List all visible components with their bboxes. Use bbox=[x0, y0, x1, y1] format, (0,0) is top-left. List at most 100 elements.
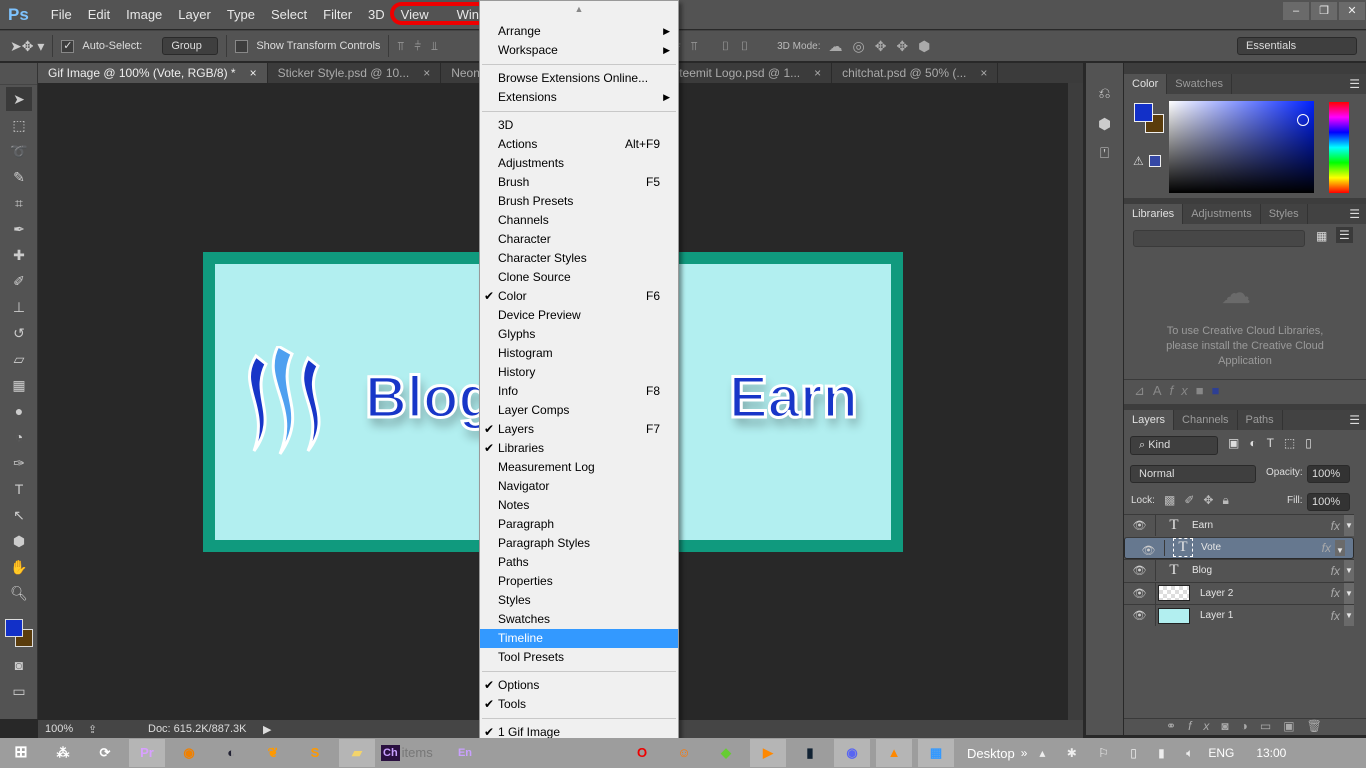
expand-effects-icon[interactable]: ▼ bbox=[1335, 539, 1345, 556]
move-tool-icon[interactable]: ➤✥ ▾ bbox=[10, 38, 44, 55]
path-select-icon[interactable]: ↖ bbox=[6, 503, 32, 527]
layer-row[interactable]: 👁︎ T Blog fx ▼ bbox=[1124, 559, 1354, 581]
list-view-icon[interactable]: ☰ bbox=[1336, 227, 1353, 243]
auto-select-checkbox[interactable]: ✓ bbox=[61, 39, 75, 53]
close-icon[interactable]: × bbox=[250, 63, 257, 83]
layers-footer-icons[interactable]: ⚭fx◙◑▭▣🗑︎ bbox=[1124, 718, 1366, 735]
layer-row[interactable]: 👁︎ T Vote fx ▼ bbox=[1124, 536, 1354, 559]
libraries-footer-icons[interactable]: ⊿Afx■■ bbox=[1124, 380, 1366, 404]
menu-item-notes[interactable]: Notes bbox=[480, 496, 678, 515]
menu-item-paths[interactable]: Paths bbox=[480, 553, 678, 572]
layer-row[interactable]: 👁︎ Layer 2 fx ▼ bbox=[1124, 581, 1354, 604]
move-tool-icon[interactable]: ➤ bbox=[6, 87, 32, 111]
menu-item-options[interactable]: ✔ Options bbox=[480, 676, 678, 695]
transform-controls-checkbox[interactable] bbox=[235, 39, 249, 53]
dodge-tool-icon[interactable]: ◔ bbox=[6, 425, 32, 449]
align-icons[interactable]: ⫪⫩⫫ bbox=[397, 39, 447, 54]
crop-tool-icon[interactable]: ⌗ bbox=[6, 191, 32, 215]
hand-tool-icon[interactable]: ✋ bbox=[6, 555, 32, 579]
calculator-icon[interactable]: ▦ bbox=[918, 739, 954, 767]
quick-select-tool-icon[interactable]: ✎ bbox=[6, 165, 32, 189]
menu-item-history[interactable]: History bbox=[480, 363, 678, 382]
screen-mode-icon[interactable]: ▭ bbox=[6, 679, 32, 703]
menu-item-arrange[interactable]: Arrange ▶ bbox=[480, 22, 678, 41]
blend-mode-dropdown[interactable]: Normal bbox=[1130, 465, 1256, 483]
distribute-icons[interactable]: ⫩⫪ ▯▯ bbox=[674, 39, 759, 54]
restore-icon[interactable]: ❐ bbox=[1311, 2, 1337, 20]
fx-icon[interactable]: fx bbox=[1331, 519, 1340, 533]
discord-icon[interactable]: ◉ bbox=[834, 739, 870, 767]
menu-item-layer-comps[interactable]: Layer Comps bbox=[480, 401, 678, 420]
menu-item-clone-source[interactable]: Clone Source bbox=[480, 268, 678, 287]
minimize-icon[interactable]: ‒ bbox=[1283, 2, 1309, 20]
clone-stamp-icon[interactable]: ⊥ bbox=[6, 295, 32, 319]
panel-menu-icon[interactable]: ☰ bbox=[1349, 74, 1366, 94]
healing-brush-icon[interactable]: ✚ bbox=[6, 243, 32, 267]
opacity-input[interactable]: 100% bbox=[1307, 465, 1350, 483]
status-menu-arrow-icon[interactable]: ▶ bbox=[263, 723, 271, 736]
encore-icon[interactable]: En bbox=[447, 739, 483, 767]
menu-item-timeline[interactable]: Timeline bbox=[480, 629, 678, 648]
type-tool-icon[interactable]: T bbox=[6, 477, 32, 501]
menu-item-character-styles[interactable]: Character Styles bbox=[480, 249, 678, 268]
menu-type[interactable]: Type bbox=[219, 7, 263, 22]
character-animator-task[interactable]: Ch items bbox=[381, 739, 441, 767]
fl-studio-icon[interactable]: ❦ bbox=[255, 739, 291, 767]
layer-filter-dropdown[interactable]: ⌕ Kind bbox=[1130, 436, 1218, 455]
brush-tool-icon[interactable]: ✐ bbox=[6, 269, 32, 293]
lasso-tool-icon[interactable]: ➰ bbox=[6, 139, 32, 163]
expand-effects-icon[interactable]: ▼ bbox=[1344, 605, 1354, 626]
layer-row[interactable]: 👁︎ Layer 1 fx ▼ bbox=[1124, 604, 1354, 626]
menu-item-glyphs[interactable]: Glyphs bbox=[480, 325, 678, 344]
visibility-eye-icon[interactable]: 👁︎ bbox=[1133, 539, 1165, 557]
menu-3d[interactable]: 3D bbox=[360, 7, 393, 22]
web-safe-swatch[interactable] bbox=[1149, 155, 1161, 167]
tab-libraries[interactable]: Libraries bbox=[1124, 204, 1184, 224]
menu-item-browse-extensions-online[interactable]: Browse Extensions Online... bbox=[480, 69, 678, 88]
history-panel-icon[interactable]: ⎌ bbox=[1086, 85, 1123, 115]
tab-chitchat[interactable]: chitchat.psd @ 50% (... × bbox=[832, 63, 999, 83]
grid-view-icon[interactable]: ▦ bbox=[1316, 229, 1327, 243]
menu-item-character[interactable]: Character bbox=[480, 230, 678, 249]
fx-icon[interactable]: fx bbox=[1331, 564, 1340, 578]
menu-item-layers[interactable]: ✔ Layers F7 bbox=[480, 420, 678, 439]
expand-effects-icon[interactable]: ▼ bbox=[1344, 560, 1354, 581]
hue-slider[interactable] bbox=[1329, 102, 1349, 193]
blackberry-icon[interactable]: ⁂ bbox=[45, 739, 81, 767]
app-icon[interactable]: ⟳ bbox=[87, 739, 123, 767]
menu-item-tools[interactable]: ✔ Tools bbox=[480, 695, 678, 714]
quick-mask-icon[interactable]: ◙ bbox=[6, 653, 32, 677]
sublime-icon[interactable]: S bbox=[297, 739, 333, 767]
menu-item-measurement-log[interactable]: Measurement Log bbox=[480, 458, 678, 477]
bluestacks-icon[interactable]: ◆ bbox=[708, 739, 744, 767]
foreground-color-swatch[interactable] bbox=[5, 619, 23, 637]
tab-sticker-style[interactable]: Sticker Style.psd @ 10... × bbox=[268, 63, 442, 83]
fill-input[interactable]: 100% bbox=[1307, 493, 1350, 511]
menu-item-libraries[interactable]: ✔ Libraries bbox=[480, 439, 678, 458]
expand-effects-icon[interactable]: ▼ bbox=[1344, 515, 1354, 536]
tab-color[interactable]: Color bbox=[1124, 74, 1168, 94]
vlc-icon[interactable]: ▲ bbox=[876, 739, 912, 767]
menu-select[interactable]: Select bbox=[263, 7, 315, 22]
close-icon[interactable]: ✕ bbox=[1339, 2, 1365, 20]
fx-icon[interactable]: fx bbox=[1331, 586, 1340, 600]
close-icon[interactable]: × bbox=[423, 63, 430, 83]
3d-panel-icon[interactable]: ⬢ bbox=[1086, 115, 1123, 145]
menu-item-brush-presets[interactable]: Brush Presets bbox=[480, 192, 678, 211]
visibility-eye-icon[interactable]: 👁︎ bbox=[1124, 515, 1156, 536]
blender-icon[interactable]: ◉ bbox=[171, 739, 207, 767]
blur-tool-icon[interactable]: ● bbox=[6, 399, 32, 423]
3d-mode-icons[interactable]: ☁◎✥✥⬢ bbox=[828, 38, 940, 55]
menu-item-channels[interactable]: Channels bbox=[480, 211, 678, 230]
windows-start-icon[interactable]: ⊞ bbox=[3, 739, 39, 767]
menu-item-tool-presets[interactable]: Tool Presets bbox=[480, 648, 678, 667]
tab-adjustments[interactable]: Adjustments bbox=[1183, 204, 1261, 224]
menu-file[interactable]: File bbox=[43, 7, 80, 22]
fx-icon[interactable]: fx bbox=[1331, 609, 1340, 623]
chevron-icon[interactable]: » bbox=[1021, 746, 1028, 760]
desktop-toolbar[interactable]: Desktop bbox=[967, 746, 1015, 761]
menu-item-workspace[interactable]: Workspace ▶ bbox=[480, 41, 678, 60]
color-picker-handle[interactable] bbox=[1297, 114, 1309, 126]
tab-steemit-logo[interactable]: Steemit Logo.psd @ 1... × bbox=[661, 63, 833, 83]
menu-item-brush[interactable]: Brush F5 bbox=[480, 173, 678, 192]
